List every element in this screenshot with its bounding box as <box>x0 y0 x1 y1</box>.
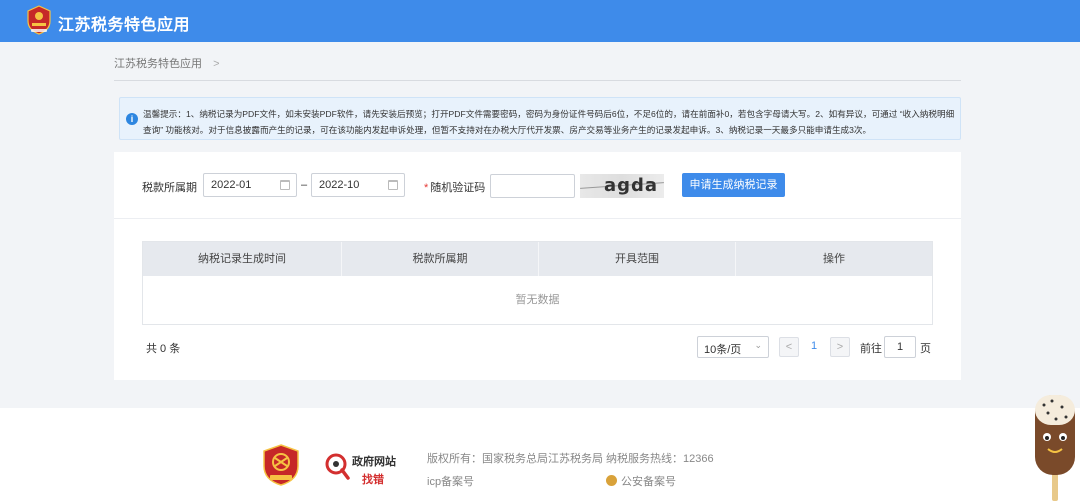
table-header: 纳税记录生成时间 税款所属期 开具范围 操作 <box>143 242 932 276</box>
breadcrumb-item[interactable]: 江苏税务特色应用 <box>114 58 202 70</box>
panel-divider <box>114 218 961 219</box>
date-range-dash: – <box>301 179 308 191</box>
footer: 政府网站 找错 版权所有：国家税务总局江苏税务局 纳税服务热线：12366 ic… <box>0 408 1080 503</box>
prev-page-button[interactable]: < <box>779 337 799 357</box>
site-title: 江苏税务特色应用 <box>58 17 191 34</box>
column-header-generated-time: 纳税记录生成时间 <box>198 253 286 265</box>
captcha-image-text: agda <box>604 175 659 196</box>
page-size-select[interactable]: 10条/页 ⌄ <box>697 336 769 358</box>
generate-tax-record-button[interactable]: 申请生成纳税记录 <box>682 173 785 197</box>
main-panel: 税款所属期 2022-01 – 2022-10 * 随机验证码 agda 申请生成… <box>114 152 961 380</box>
start-date-value: 2022-01 <box>211 179 252 191</box>
captcha-label-text: 随机验证码 <box>430 182 486 194</box>
records-table: 纳税记录生成时间 税款所属期 开具范围 操作 暂无数据 <box>142 241 933 325</box>
captcha-image[interactable]: agda <box>580 174 664 198</box>
captcha-label: * 随机验证码 <box>424 179 485 195</box>
gov-site-error-report-badge[interactable]: 政府网站 找错 <box>324 450 404 488</box>
column-header-actions: 操作 <box>823 253 845 265</box>
popsicle-mascot-icon[interactable] <box>1030 393 1080 503</box>
next-page-button[interactable]: > <box>830 337 850 357</box>
end-date-picker[interactable]: 2022-10 <box>311 173 405 197</box>
period-label: 税款所属期 <box>142 182 197 194</box>
calendar-icon <box>280 180 290 190</box>
breadcrumb-separator-icon: > <box>213 58 220 70</box>
top-bar: 江苏税务特色应用 <box>0 0 1080 42</box>
goto-label: 前往 <box>860 343 882 355</box>
party-emblem-icon[interactable] <box>262 444 300 486</box>
notice-text: 温馨提示：1、纳税记录为PDF文件，如未安装PDF软件，请先安装后预览；打开PD… <box>143 109 955 135</box>
page-size-value: 10条/页 <box>704 344 742 356</box>
captcha-input[interactable] <box>490 174 575 198</box>
gov-site-text: 政府网站 <box>352 456 396 468</box>
hotline-text: 纳税服务热线：12366 <box>606 453 714 465</box>
breadcrumb: 江苏税务特色应用 > <box>114 55 220 71</box>
goto-page-input[interactable]: 1 <box>884 336 916 358</box>
total-count: 共 0 条 <box>146 343 181 355</box>
breadcrumb-divider <box>114 80 961 81</box>
error-report-text: 找错 <box>362 474 384 486</box>
goto-unit: 页 <box>920 343 931 355</box>
police-record-link[interactable]: 公安备案号 <box>606 473 676 489</box>
required-mark: * <box>424 182 429 194</box>
police-record-text: 公安备案号 <box>621 476 676 488</box>
chevron-down-icon: ⌄ <box>754 340 762 350</box>
info-icon: i <box>126 113 138 125</box>
table-empty-state: 暂无数据 <box>515 294 560 306</box>
notice-banner: i 温馨提示：1、纳税记录为PDF文件，如未安装PDF软件，请先安装后预览；打开… <box>119 97 961 140</box>
column-header-tax-period: 税款所属期 <box>412 253 468 265</box>
police-badge-icon <box>606 475 617 486</box>
icp-link[interactable]: icp备案号 <box>427 473 474 489</box>
copyright-text: 版权所有：国家税务总局江苏税务局 <box>427 453 603 465</box>
start-date-picker[interactable]: 2022-01 <box>203 173 297 197</box>
column-header-scope: 开具范围 <box>615 253 659 265</box>
tax-emblem-logo-icon <box>27 5 51 35</box>
magnifier-icon <box>325 453 350 480</box>
calendar-icon <box>388 180 398 190</box>
end-date-value: 2022-10 <box>319 179 360 191</box>
current-page[interactable]: 1 <box>811 340 817 352</box>
